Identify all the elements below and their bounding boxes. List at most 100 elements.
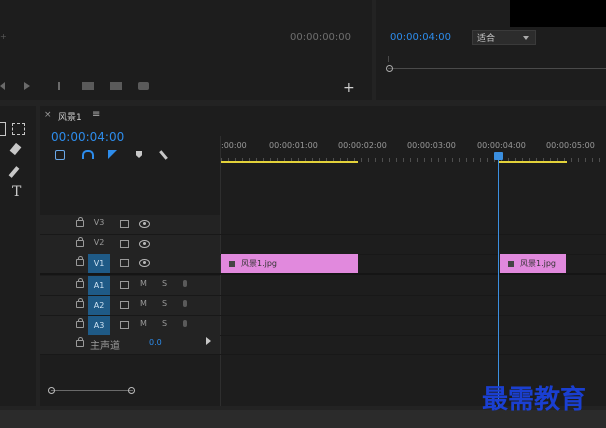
playhead-line[interactable] — [498, 160, 499, 408]
work-area-bar[interactable] — [221, 161, 358, 163]
ruler-label: 00:00:04:00 — [477, 141, 526, 150]
track-header: 主声道 0.0 — [40, 335, 220, 354]
camera-icon[interactable] — [138, 82, 149, 90]
source-monitor: 00:00:00:00 + + — [0, 0, 372, 100]
zoom-handle-right[interactable] — [128, 387, 135, 394]
ruler-label: 00:00:02:00 — [338, 141, 387, 150]
nest-icon[interactable] — [55, 150, 65, 160]
track-select-icon[interactable] — [12, 123, 25, 135]
watermark: 最需教育 — [482, 385, 587, 415]
overwrite-icon[interactable] — [110, 82, 122, 90]
track-label[interactable]: A2 — [88, 296, 110, 315]
microphone-icon[interactable] — [183, 300, 187, 307]
type-tool-icon[interactable]: T — [12, 184, 21, 200]
insert-icon[interactable] — [82, 82, 94, 90]
fit-dropdown[interactable]: 适合 — [472, 30, 536, 45]
image-clip-icon — [508, 260, 514, 267]
lock-icon[interactable] — [76, 278, 84, 288]
eye-icon[interactable] — [139, 220, 150, 228]
track-row-master: 主声道 0.0 — [40, 335, 606, 355]
lock-icon[interactable] — [76, 256, 84, 266]
snap-magnet-icon[interactable] — [82, 150, 94, 159]
microphone-icon[interactable] — [183, 280, 187, 287]
lock-icon[interactable] — [76, 217, 84, 227]
sync-lock-icon[interactable] — [120, 321, 129, 329]
lock-icon[interactable] — [76, 237, 84, 247]
track-header: A2 M S — [40, 296, 220, 315]
track-row-a1: A1 M S — [40, 276, 606, 296]
collapse-chevron-icon[interactable]: + — [0, 32, 7, 41]
wrench-icon[interactable] — [159, 150, 168, 160]
lock-icon[interactable] — [76, 298, 84, 308]
track-label[interactable]: V1 — [88, 254, 110, 273]
program-timecode[interactable]: 00:00:04:00 — [390, 32, 451, 43]
image-clip-icon — [229, 260, 235, 267]
sync-lock-icon[interactable] — [120, 240, 129, 248]
sync-lock-icon[interactable] — [120, 259, 129, 267]
go-to-end-icon[interactable] — [206, 337, 211, 345]
sequence-menu-icon[interactable]: ≡ — [92, 109, 100, 120]
selection-tool-box[interactable] — [0, 122, 6, 136]
linked-selection-icon[interactable] — [108, 150, 117, 159]
pen-icon[interactable] — [8, 166, 20, 178]
program-scrub-bar[interactable] — [388, 68, 606, 69]
clip[interactable]: 风景1.jpg — [221, 254, 358, 273]
track-label[interactable]: A3 — [88, 316, 110, 335]
clip-name: 风景1.jpg — [241, 259, 278, 268]
eye-icon[interactable] — [139, 259, 150, 267]
sequence-timecode[interactable]: 00:00:04:00 — [51, 130, 124, 144]
mute-button[interactable]: M — [140, 279, 147, 288]
track-row-a2: A2 M S — [40, 296, 606, 316]
solo-button[interactable]: S — [162, 279, 167, 288]
track-row-v2: V2 — [40, 235, 606, 255]
timeline-zoom-scrollbar[interactable] — [51, 390, 133, 391]
sync-lock-icon[interactable] — [120, 301, 129, 309]
solo-button[interactable]: S — [162, 299, 167, 308]
add-marker-icon[interactable] — [136, 151, 142, 158]
razor-icon[interactable] — [9, 142, 22, 156]
sequence-tab[interactable]: 风景1 — [58, 110, 82, 123]
playhead-handle[interactable] — [494, 152, 503, 160]
track-row-a3: A3 M S — [40, 316, 606, 336]
lock-icon[interactable] — [76, 337, 84, 347]
mute-button[interactable]: M — [140, 319, 147, 328]
time-ruler[interactable]: :00:00 00:00:01:00 00:00:02:00 00:00:03:… — [221, 136, 606, 164]
master-track-label: 主声道 — [90, 341, 120, 352]
zoom-handle-left[interactable] — [48, 387, 55, 394]
step-forward-icon[interactable] — [50, 82, 60, 90]
lock-icon[interactable] — [76, 318, 84, 328]
play-icon[interactable] — [24, 82, 30, 90]
step-back-icon[interactable] — [0, 82, 5, 90]
track-header: V3 — [40, 215, 220, 234]
track-label[interactable]: A1 — [88, 276, 110, 295]
mute-button[interactable]: M — [140, 299, 147, 308]
track-header: A3 M S — [40, 316, 220, 335]
sync-lock-icon[interactable] — [120, 281, 129, 289]
track-label[interactable]: V3 — [92, 218, 106, 227]
master-volume-value[interactable]: 0.0 — [149, 338, 162, 347]
track-header: V1 — [40, 254, 220, 273]
clip[interactable]: 风景1.jpg — [500, 254, 566, 273]
add-button-icon[interactable]: + — [343, 81, 355, 95]
track-row-v3: V3 — [40, 215, 606, 235]
track-header: A1 M S — [40, 276, 220, 295]
ruler-label: 00:00:03:00 — [407, 141, 456, 150]
tools-panel: T — [0, 106, 36, 406]
program-scrub-handle[interactable] — [386, 65, 393, 72]
source-timecode[interactable]: 00:00:00:00 — [290, 32, 351, 43]
track-header: V2 — [40, 235, 220, 254]
microphone-icon[interactable] — [183, 320, 187, 327]
solo-button[interactable]: S — [162, 319, 167, 328]
chevron-down-icon — [523, 36, 529, 40]
video-audio-divider — [40, 273, 606, 275]
sync-lock-icon[interactable] — [120, 220, 129, 228]
program-video-preview — [510, 0, 606, 27]
work-area-bar[interactable] — [499, 161, 567, 163]
ruler-label: 00:00:05:00 — [546, 141, 595, 150]
sequence-close-button[interactable]: × — [44, 110, 52, 120]
program-ruler-ticks — [388, 56, 606, 62]
program-monitor: 00:00:04:00 适合 — [376, 0, 606, 100]
ruler-label: 00:00:01:00 — [269, 141, 318, 150]
track-label[interactable]: V2 — [92, 238, 106, 247]
eye-icon[interactable] — [139, 240, 150, 248]
